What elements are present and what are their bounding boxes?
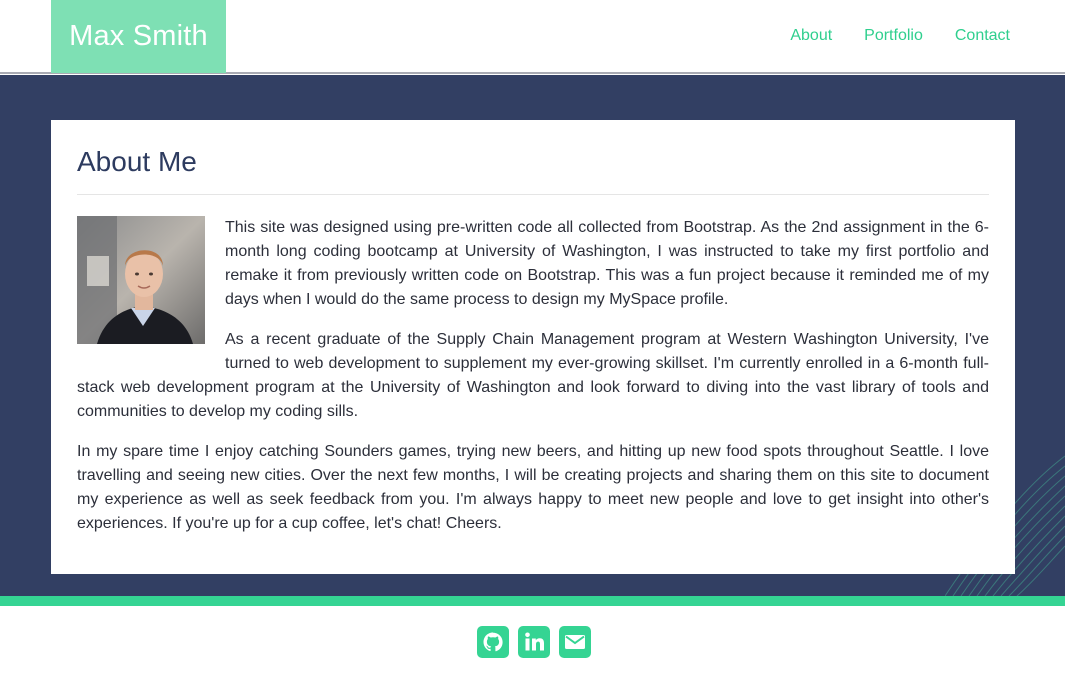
brand-logo-link[interactable]: Max Smith <box>51 0 226 73</box>
about-heading: About Me <box>77 146 989 195</box>
linkedin-icon[interactable] <box>518 626 550 658</box>
about-paragraph: In my spare time I enjoy catching Sounde… <box>77 443 989 532</box>
about-paragraph: As a recent graduate of the Supply Chain… <box>77 331 989 420</box>
email-icon[interactable] <box>559 626 591 658</box>
about-card: About Me This site was designed using pr… <box>51 120 1015 574</box>
navbar: Max Smith About Portfolio Contact <box>0 0 1065 74</box>
about-paragraph: This site was designed using pre-written… <box>225 219 989 308</box>
nav-link-portfolio[interactable]: Portfolio <box>864 26 923 46</box>
footer <box>0 606 1065 675</box>
github-icon[interactable] <box>477 626 509 658</box>
nav-link-about[interactable]: About <box>790 26 832 46</box>
about-content: This site was designed using pre-written… <box>77 216 989 536</box>
nav-link-contact[interactable]: Contact <box>955 26 1010 46</box>
profile-photo <box>77 216 205 344</box>
nav-menu: About Portfolio Contact <box>790 26 1010 46</box>
social-links <box>477 626 591 658</box>
footer-accent-stripe <box>0 596 1065 606</box>
